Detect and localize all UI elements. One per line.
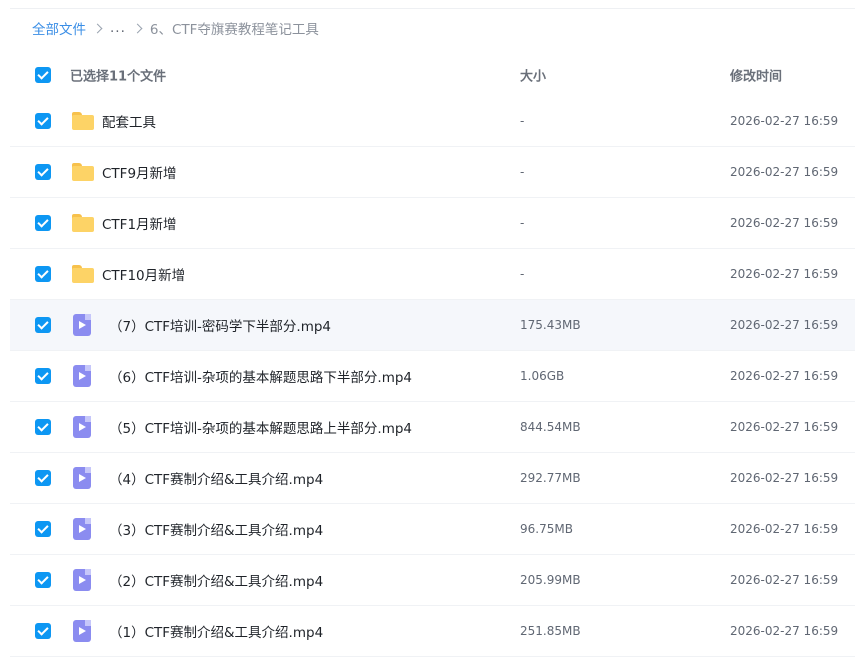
file-row[interactable]: 配套工具 - 2026-02-27 16:59 — [10, 96, 855, 147]
file-checkbox[interactable] — [35, 113, 51, 129]
file-name[interactable]: （6）CTF培训-杂项的基本解题思路下半部分.mp4 — [109, 366, 412, 386]
file-mtime: 2026-02-27 16:59 — [730, 216, 839, 230]
file-mtime: 2026-02-27 16:59 — [730, 114, 839, 128]
video-icon — [73, 416, 91, 438]
video-icon — [73, 569, 91, 591]
file-row[interactable]: CTF1月新增 - 2026-02-27 16:59 — [10, 198, 855, 249]
file-size: - — [520, 114, 525, 128]
file-checkbox[interactable] — [35, 521, 51, 537]
file-checkbox[interactable] — [35, 215, 51, 231]
file-name[interactable]: （7）CTF培训-密码学下半部分.mp4 — [109, 315, 331, 335]
chevron-right-icon — [92, 23, 103, 33]
file-name[interactable]: （2）CTF赛制介绍&工具介绍.mp4 — [109, 570, 323, 590]
file-row[interactable]: （6）CTF培训-杂项的基本解题思路下半部分.mp4 1.06GB 2026-02-… — [10, 351, 855, 402]
file-name[interactable]: CTF10月新增 — [102, 264, 185, 284]
file-row[interactable]: （3）CTF赛制介绍&工具介绍.mp4 96.75MB 2026-02-27 16:… — [10, 504, 855, 555]
video-icon — [73, 365, 91, 387]
file-name[interactable]: CTF1月新增 — [102, 213, 177, 233]
file-name[interactable]: （5）CTF培训-杂项的基本解题思路上半部分.mp4 — [109, 417, 412, 437]
video-icon — [73, 518, 91, 540]
file-checkbox[interactable] — [35, 164, 51, 180]
file-mtime: 2026-02-27 16:59 — [730, 573, 839, 587]
breadcrumb-ellipsis[interactable]: ... — [110, 20, 126, 36]
breadcrumb-root-link[interactable]: 全部文件 — [32, 18, 86, 38]
file-size: 251.85MB — [520, 624, 581, 638]
chevron-right-icon — [132, 23, 143, 33]
file-size: - — [520, 267, 525, 281]
file-mtime: 2026-02-27 16:59 — [730, 522, 839, 536]
file-row[interactable]: （4）CTF赛制介绍&工具介绍.mp4 292.77MB 2026-02-27 16… — [10, 453, 855, 504]
top-divider — [10, 8, 855, 9]
file-checkbox[interactable] — [35, 317, 51, 333]
breadcrumb: 全部文件 ... 6、CTF夺旗赛教程笔记工具 — [32, 17, 319, 39]
file-size: 292.77MB — [520, 471, 581, 485]
file-mtime: 2026-02-27 16:59 — [730, 369, 839, 383]
file-mtime: 2026-02-27 16:59 — [730, 471, 839, 485]
file-list-header: 已选择11个文件 大小 修改时间 — [10, 56, 855, 93]
file-row[interactable]: （2）CTF赛制介绍&工具介绍.mp4 205.99MB 2026-02-27 16… — [10, 555, 855, 606]
file-size: - — [520, 165, 525, 179]
file-mtime: 2026-02-27 16:59 — [730, 267, 839, 281]
file-size: 844.54MB — [520, 420, 581, 434]
folder-icon — [72, 265, 94, 283]
file-name[interactable]: （4）CTF赛制介绍&工具介绍.mp4 — [109, 468, 323, 488]
file-row[interactable]: （7）CTF培训-密码学下半部分.mp4 175.43MB 2026-02-27 1… — [10, 300, 855, 351]
video-icon — [73, 314, 91, 336]
file-size: 96.75MB — [520, 522, 573, 536]
file-checkbox[interactable] — [35, 419, 51, 435]
file-row[interactable]: CTF10月新增 - 2026-02-27 16:59 — [10, 249, 855, 300]
folder-icon — [72, 214, 94, 232]
file-name[interactable]: （1）CTF赛制介绍&工具介绍.mp4 — [109, 621, 323, 641]
file-size: 175.43MB — [520, 318, 581, 332]
file-name[interactable]: 配套工具 — [102, 111, 156, 131]
breadcrumb-current: 6、CTF夺旗赛教程笔记工具 — [149, 22, 319, 38]
file-mtime: 2026-02-27 16:59 — [730, 420, 839, 434]
video-icon — [73, 467, 91, 489]
file-checkbox[interactable] — [35, 368, 51, 384]
file-mtime: 2026-02-27 16:59 — [730, 318, 839, 332]
mtime-column-header[interactable]: 修改时间 — [730, 65, 782, 84]
folder-icon — [72, 112, 94, 130]
file-row[interactable]: CTF9月新增 - 2026-02-27 16:59 — [10, 147, 855, 198]
folder-icon — [72, 163, 94, 181]
select-all-checkbox[interactable] — [35, 66, 51, 83]
file-checkbox[interactable] — [35, 470, 51, 486]
file-size: 1.06GB — [520, 369, 565, 383]
file-checkbox[interactable] — [35, 623, 51, 639]
selected-count-label: 已选择11个文件 — [70, 69, 167, 84]
file-name[interactable]: （3）CTF赛制介绍&工具介绍.mp4 — [109, 519, 323, 539]
file-name[interactable]: CTF9月新增 — [102, 162, 177, 182]
size-column-header[interactable]: 大小 — [520, 65, 546, 84]
file-checkbox[interactable] — [35, 266, 51, 282]
file-size: 205.99MB — [520, 573, 581, 587]
video-icon — [73, 620, 91, 642]
file-mtime: 2026-02-27 16:59 — [730, 165, 839, 179]
file-checkbox[interactable] — [35, 572, 51, 588]
file-row[interactable]: （1）CTF赛制介绍&工具介绍.mp4 251.85MB 2026-02-27 16… — [10, 606, 855, 657]
file-mtime: 2026-02-27 16:59 — [730, 624, 839, 638]
file-size: - — [520, 216, 525, 230]
file-row[interactable]: （5）CTF培训-杂项的基本解题思路上半部分.mp4 844.54MB 2026-0… — [10, 402, 855, 453]
